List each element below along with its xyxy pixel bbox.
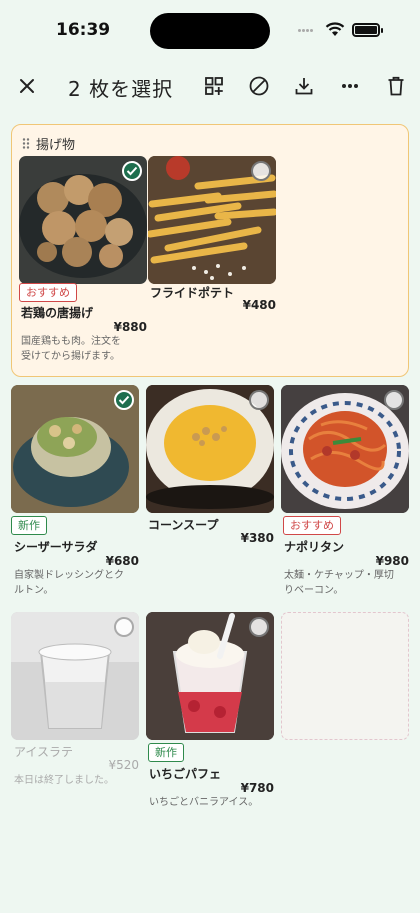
- menu-card-strawberry-parfait[interactable]: 新作 いちごパフェ ¥780 いちごとバニラアイス。: [146, 612, 274, 808]
- dynamic-island: [150, 13, 270, 49]
- unselected-circle-icon[interactable]: [249, 390, 269, 410]
- description-line: 自家製ドレッシングとク: [14, 570, 124, 581]
- item-price: ¥780: [240, 781, 274, 795]
- item-price: ¥380: [240, 531, 274, 545]
- menu-card-iced-latte[interactable]: アイスラテ ¥520 本日は終了しました。: [11, 612, 139, 786]
- selection-count-title: 2 枚を選択: [68, 77, 174, 101]
- download-button[interactable]: [288, 70, 320, 102]
- menu-card-caesar-salad[interactable]: 新作 シーザーサラダ ¥680 自家製ドレッシングとク ルトン。: [11, 385, 139, 596]
- item-name: アイスラテ: [14, 745, 74, 759]
- item-price: ¥480: [242, 298, 276, 312]
- download-icon: [295, 78, 313, 95]
- more-button[interactable]: [334, 70, 366, 102]
- item-name: 若鶏の唐揚げ: [21, 306, 94, 320]
- group-title: 揚げ物: [36, 138, 76, 153]
- delete-button[interactable]: [380, 70, 412, 102]
- more-icon: [342, 84, 358, 88]
- item-name: フライドポテト: [150, 286, 235, 300]
- badge-recommend: おすすめ: [19, 283, 77, 302]
- item-name: コーンスープ: [148, 518, 219, 532]
- item-name: ナポリタン: [284, 540, 345, 554]
- group-header: 揚げ物: [22, 134, 75, 153]
- unselected-circle-icon[interactable]: [249, 617, 269, 637]
- selection-toolbar: 2 枚を選択: [0, 64, 420, 108]
- battery-icon: [352, 23, 383, 37]
- food-photo-iced-latte: [11, 612, 139, 740]
- food-photo-karaage: [19, 156, 147, 284]
- item-name: いちごパフェ: [149, 767, 222, 781]
- item-description: 自家製ドレッシングとク ルトン。: [14, 568, 144, 598]
- description-line: ルトン。: [14, 585, 54, 596]
- menu-card-napolitan[interactable]: おすすめ ナポリタン ¥980 太麺・ケチャップ・厚切 りベーコン。: [281, 385, 409, 596]
- food-photo-fries: [148, 156, 276, 284]
- sold-out-button[interactable]: [243, 70, 275, 102]
- description-line: 国産鶏もも肉。注文を: [21, 336, 121, 347]
- food-photo-napolitan: [281, 385, 409, 513]
- item-price: ¥680: [105, 554, 139, 568]
- description-line: 受けてから揚げます。: [21, 351, 120, 362]
- food-photo-salad: [11, 385, 139, 513]
- block-icon: [249, 76, 269, 96]
- description-line: りベーコン。: [284, 585, 344, 596]
- item-description: 太麺・ケチャップ・厚切 りベーコン。: [284, 568, 414, 598]
- signal-icon: [298, 29, 318, 35]
- description-line: 太麺・ケチャップ・厚切: [284, 570, 394, 581]
- item-price: ¥980: [375, 554, 409, 568]
- menu-card-corn-soup[interactable]: コーンスープ ¥380: [146, 385, 274, 545]
- menu-card-karaage[interactable]: おすすめ 若鶏の唐揚げ ¥880 国産鶏もも肉。注文を 受けてから揚げます。: [19, 156, 147, 362]
- item-price: ¥520: [108, 758, 139, 772]
- badge-new: 新作: [148, 743, 184, 762]
- status-bar: 16:39: [0, 0, 420, 62]
- badge-recommend: おすすめ: [283, 516, 341, 535]
- unselected-circle-icon[interactable]: [114, 617, 134, 637]
- unselected-circle-icon[interactable]: [384, 390, 404, 410]
- empty-drop-slot[interactable]: [281, 612, 409, 740]
- add-group-icon: [205, 77, 223, 95]
- selected-check-icon[interactable]: [114, 390, 134, 410]
- close-icon: [20, 79, 34, 93]
- menu-card-fries[interactable]: フライドポテト ¥480: [148, 156, 276, 312]
- badge-new: 新作: [11, 516, 47, 535]
- food-photo-corn-soup: [146, 385, 274, 513]
- food-photo-parfait: [146, 612, 274, 740]
- selected-check-icon[interactable]: [122, 161, 142, 181]
- item-name: シーザーサラダ: [14, 540, 98, 554]
- item-description: いちごとバニラアイス。: [149, 797, 259, 808]
- item-price: ¥880: [113, 320, 147, 334]
- group-button[interactable]: [198, 70, 230, 102]
- status-time: 16:39: [56, 20, 111, 40]
- wifi-icon: [325, 22, 345, 36]
- item-description: 国産鶏もも肉。注文を 受けてから揚げます。: [21, 334, 151, 364]
- item-description: 本日は終了しました。: [14, 775, 114, 786]
- unselected-circle-icon[interactable]: [251, 161, 271, 181]
- drag-handle-icon[interactable]: [22, 138, 30, 149]
- trash-icon: [388, 76, 404, 96]
- close-button[interactable]: [11, 70, 43, 102]
